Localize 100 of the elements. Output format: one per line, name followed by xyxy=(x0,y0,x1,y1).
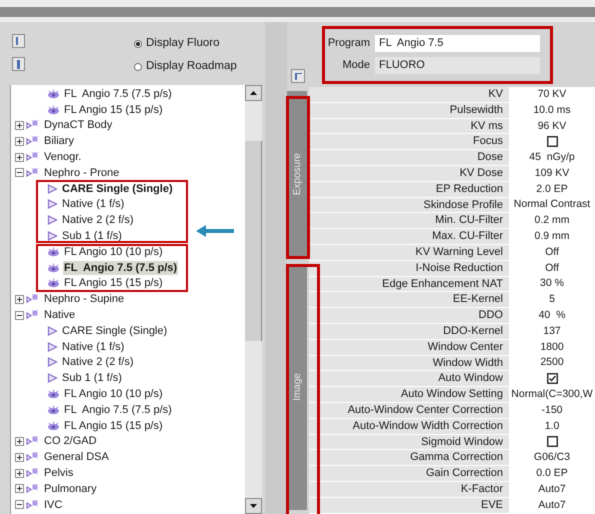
tree-group[interactable]: DynaCT Body xyxy=(44,118,112,132)
eye-icon xyxy=(47,262,60,273)
tree-item[interactable]: FL Angio 10 (10 p/s) xyxy=(63,244,164,259)
tree-group[interactable]: Pulmonary xyxy=(44,482,97,496)
triangle-icon xyxy=(47,215,58,226)
expand-icon[interactable] xyxy=(15,468,24,478)
triangle-icon xyxy=(47,184,58,194)
property-label: Min. CU-Filter xyxy=(309,213,509,228)
triangle-icon xyxy=(47,231,58,242)
program-group-icon xyxy=(26,435,40,448)
expand-icon[interactable] xyxy=(15,136,24,146)
radio-icon[interactable] xyxy=(134,63,142,71)
property-value[interactable]: 1.0 xyxy=(544,418,560,434)
eye-icon xyxy=(47,88,60,99)
collapse-icon[interactable] xyxy=(15,310,24,320)
radio-icon[interactable] xyxy=(134,40,142,48)
tree-item[interactable]: Sub 1 (1 f/s) xyxy=(61,371,123,386)
property-label: Gain Correction xyxy=(309,466,509,481)
program-group-icon xyxy=(26,309,40,322)
property-label: Dose xyxy=(309,150,509,165)
tree-item[interactable]: CARE Single (Single) xyxy=(61,182,174,196)
property-label: EE-Kernel xyxy=(309,292,509,308)
property-label: Auto-Window Center Correction xyxy=(309,402,509,418)
tree-group[interactable]: Nephro - Prone xyxy=(44,166,120,180)
collapse-icon[interactable] xyxy=(15,500,24,510)
property-label: DDO xyxy=(309,308,509,323)
down-arrow-icon xyxy=(250,504,257,508)
tree-item[interactable]: Native 2 (2 f/s) xyxy=(61,355,135,370)
radio-option[interactable]: Display Fluoro xyxy=(134,37,237,51)
tree-item[interactable]: FL Angio 10 (10 p/s) xyxy=(63,387,164,402)
property-label: KV xyxy=(309,87,509,102)
radio-option[interactable]: Display Roadmap xyxy=(134,60,237,74)
checkbox[interactable] xyxy=(546,136,558,148)
tree-item[interactable]: FL Angio 15 (15 p/s) xyxy=(63,276,164,290)
eye-icon xyxy=(47,278,60,288)
expand-icon[interactable] xyxy=(15,152,24,162)
list-view-button[interactable] xyxy=(12,57,24,71)
property-value[interactable]: Off xyxy=(545,244,559,260)
property-label: Pulsewidth xyxy=(309,102,509,118)
tree-group[interactable]: IVC xyxy=(44,498,62,512)
property-label: Window Center xyxy=(309,340,509,355)
checkbox[interactable] xyxy=(546,436,558,448)
tree-group[interactable]: Nephro - Supine xyxy=(44,292,124,306)
program-group-icon xyxy=(26,119,40,132)
tree-group[interactable]: Pelvis xyxy=(44,466,74,480)
property-value[interactable]: 5 xyxy=(549,292,555,308)
tree-item[interactable]: FL Angio 7.5 (7.5 p/s) xyxy=(63,260,178,275)
scrollbar[interactable] xyxy=(245,85,262,514)
scroll-up-button[interactable] xyxy=(245,85,262,101)
tree-item[interactable]: FL Angio 15 (15 p/s) xyxy=(63,102,164,117)
field-label: Program xyxy=(326,36,371,52)
property-label: Auto Window Setting xyxy=(309,387,509,402)
scroll-down-button[interactable] xyxy=(245,498,262,514)
property-label: Max. CU-Filter xyxy=(309,229,509,244)
property-label: EP Reduction xyxy=(309,182,509,197)
triangle-icon xyxy=(47,326,58,336)
options-button[interactable] xyxy=(291,69,305,83)
checkbox[interactable] xyxy=(546,373,558,384)
expand-icon[interactable] xyxy=(15,120,24,130)
property-label: Focus xyxy=(309,134,509,150)
tree-view-button[interactable] xyxy=(12,34,24,48)
triangle-icon xyxy=(47,357,58,368)
property-label: Auto-Window Width Correction xyxy=(309,418,509,434)
triangle-icon xyxy=(47,373,58,384)
eye-icon xyxy=(47,246,60,257)
tree-item[interactable]: Native (1 f/s) xyxy=(61,197,126,212)
program-group-icon xyxy=(26,482,40,495)
property-label: EVE xyxy=(309,498,509,513)
tree-item[interactable]: FL Angio 15 (15 p/s) xyxy=(63,418,164,433)
tree-item[interactable]: Native 2 (2 f/s) xyxy=(61,213,135,228)
collapse-icon[interactable] xyxy=(15,168,24,178)
expand-icon[interactable] xyxy=(15,452,24,462)
property-value[interactable]: Off xyxy=(545,260,559,276)
tree-item[interactable]: Sub 1 (1 f/s) xyxy=(61,229,123,244)
property-label: Auto Window xyxy=(309,371,509,386)
tree-item[interactable]: Native (1 f/s) xyxy=(61,340,126,354)
tree-group[interactable]: CO 2/GAD xyxy=(44,434,97,448)
eye-icon xyxy=(47,404,60,415)
program-group-icon xyxy=(26,451,40,464)
tree-group[interactable]: General DSA xyxy=(44,450,109,464)
tree-item[interactable]: FL Angio 7.5 (7.5 p/s) xyxy=(63,86,173,101)
expand-icon[interactable] xyxy=(15,484,24,494)
pointer-arrow xyxy=(196,225,234,237)
tree-item[interactable]: FL Angio 7.5 (7.5 p/s) xyxy=(63,402,173,417)
eye-icon xyxy=(47,389,60,400)
tree-item[interactable]: CARE Single (Single) xyxy=(61,324,168,338)
tree-group[interactable]: Native xyxy=(44,308,76,322)
property-label: KV Warning Level xyxy=(309,244,509,260)
program-group-icon xyxy=(26,467,40,480)
scroll-thumb[interactable] xyxy=(245,141,262,341)
tree-group[interactable]: Venogr. xyxy=(44,150,82,164)
property-label: K-Factor xyxy=(309,482,509,497)
up-arrow-icon xyxy=(250,91,257,95)
property-label: Edge Enhancement NAT xyxy=(309,276,509,292)
expand-icon[interactable] xyxy=(15,294,24,304)
expand-icon[interactable] xyxy=(15,436,24,446)
property-value[interactable]: Normal(C=300,W xyxy=(511,387,593,402)
text-field[interactable]: FL Angio 7.5 xyxy=(375,35,540,52)
tree-group[interactable]: Biliary xyxy=(44,134,74,148)
program-group-icon xyxy=(26,498,40,511)
